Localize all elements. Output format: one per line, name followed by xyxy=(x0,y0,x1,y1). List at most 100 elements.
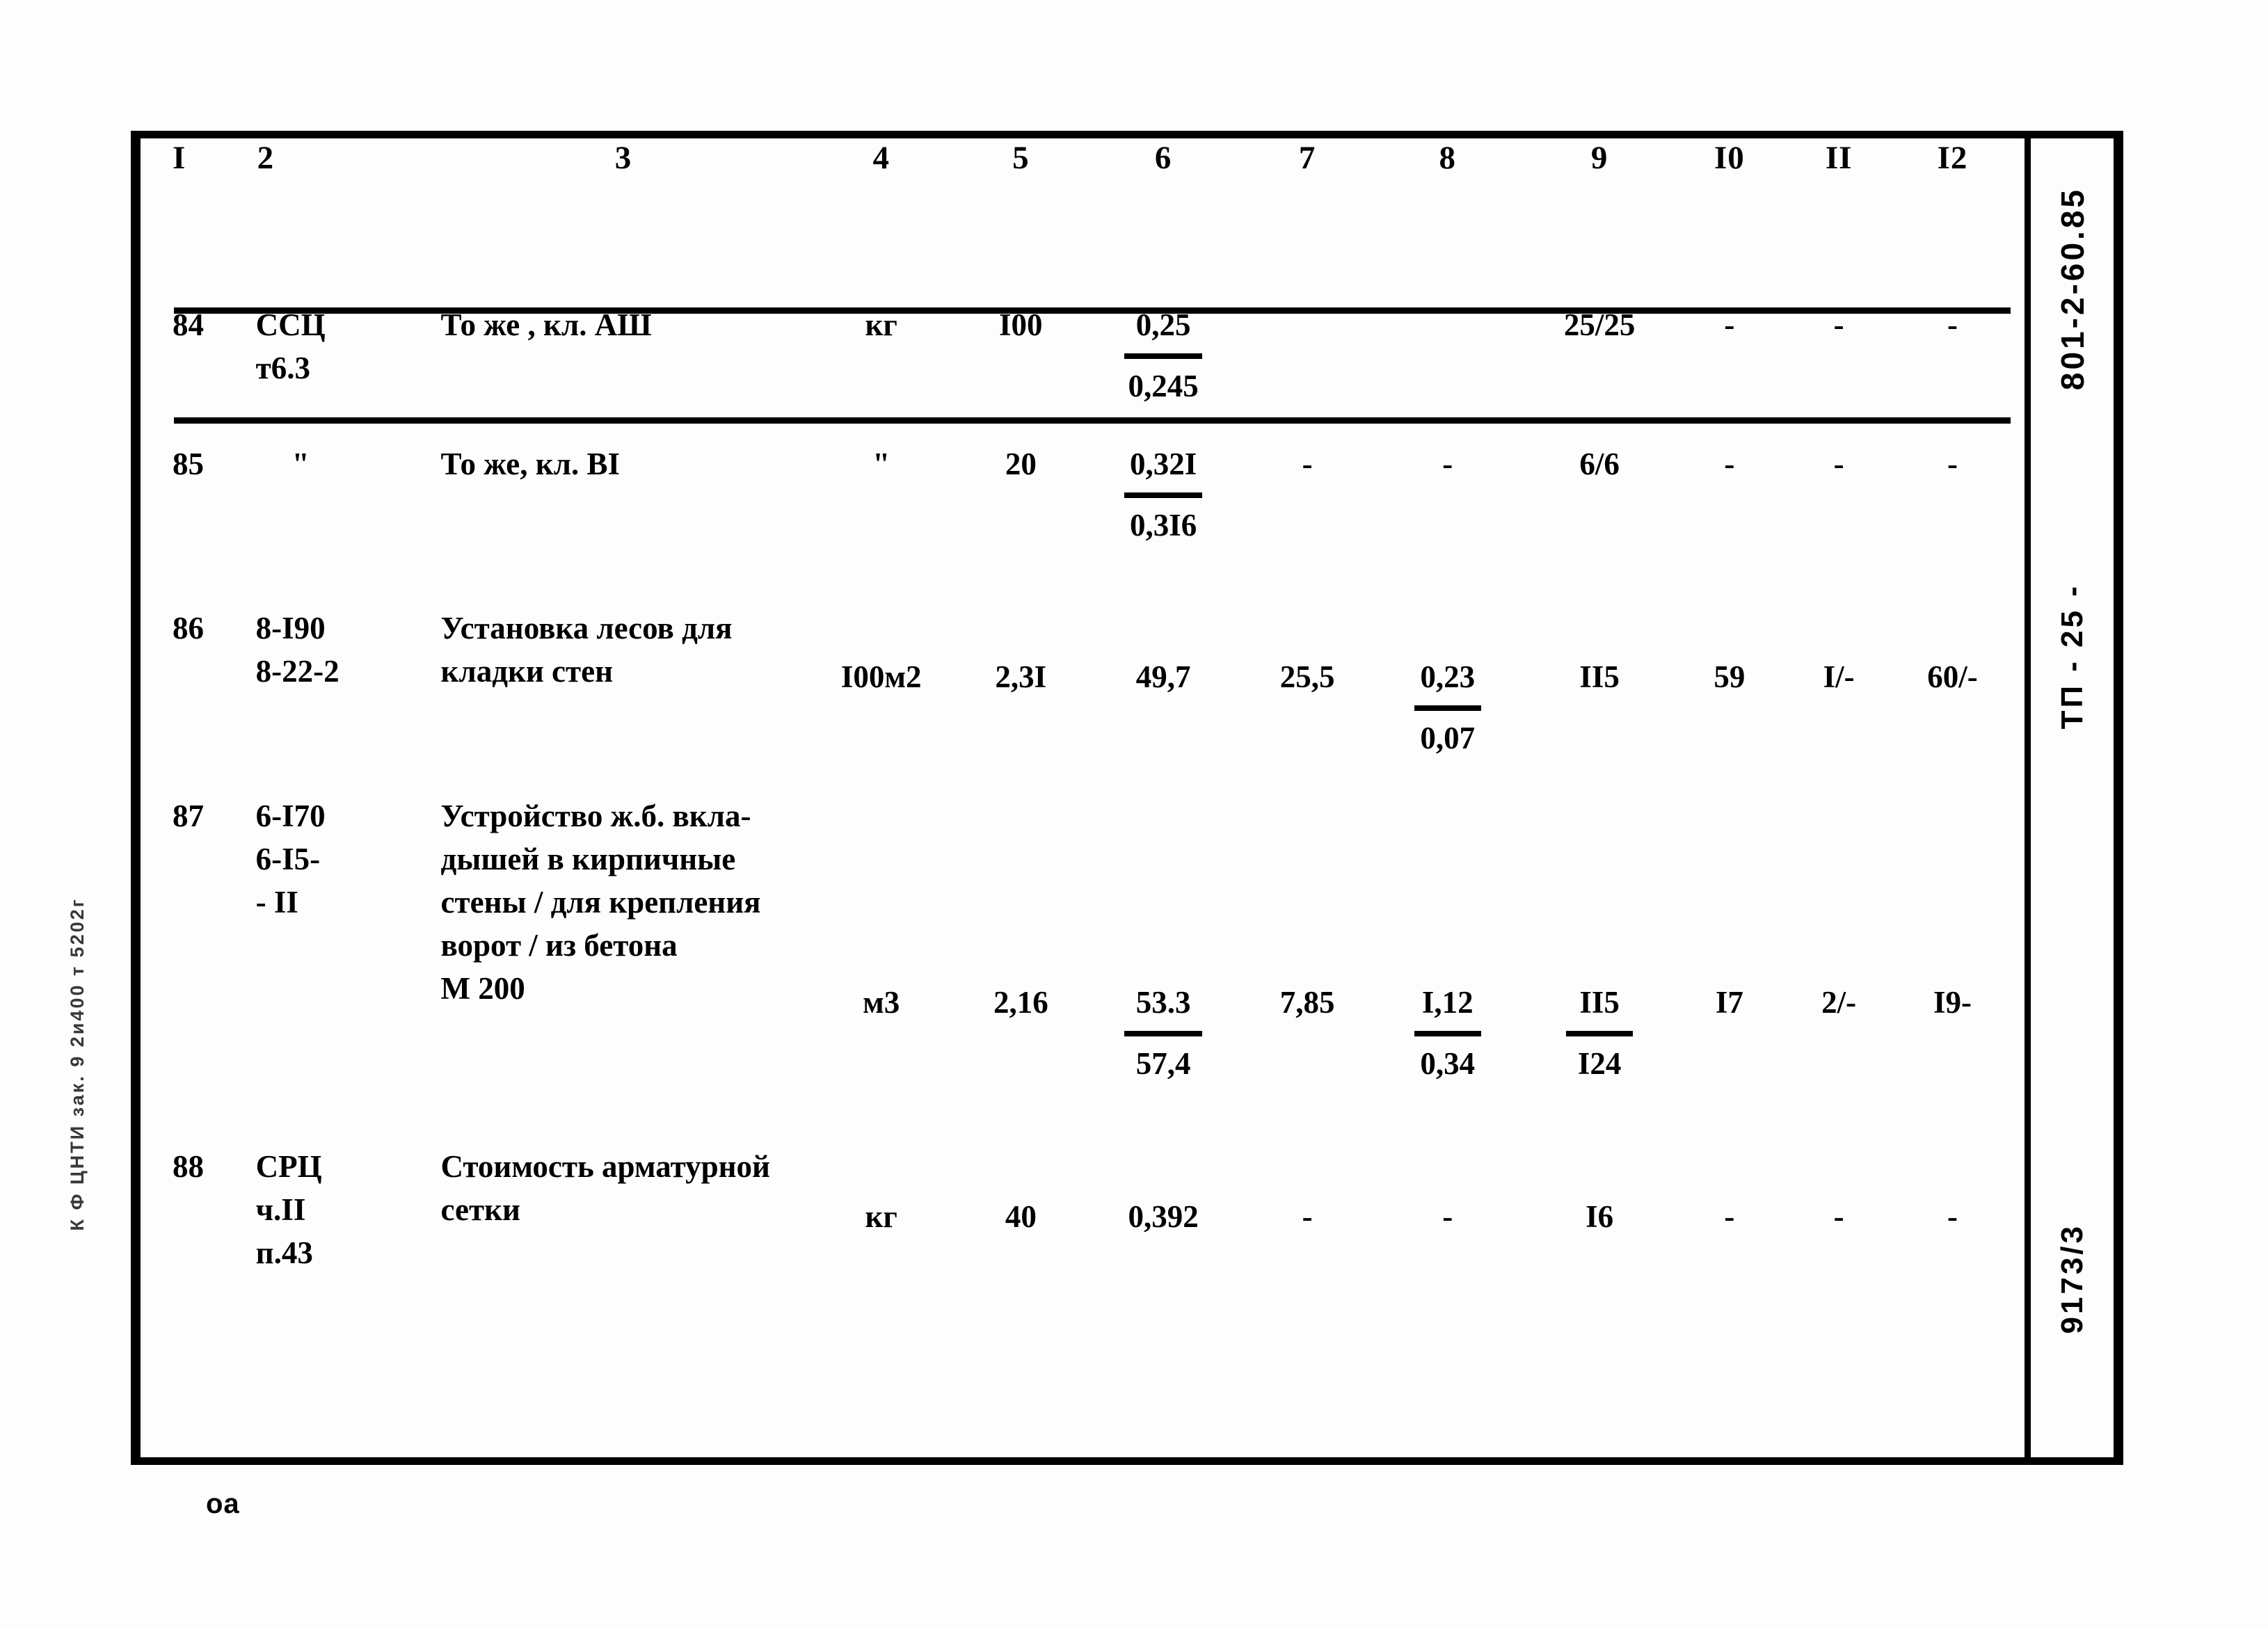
row-gap xyxy=(167,547,2011,607)
column-header-1: I xyxy=(173,140,186,176)
row-quantity: 2,16 xyxy=(993,985,1048,1020)
row-col8: 0,23 0,07 xyxy=(1372,607,1524,760)
column-header-2: 2 xyxy=(257,140,275,176)
row-col7: - xyxy=(1302,447,1313,481)
row-col8: I,12 0,34 xyxy=(1372,794,1524,1085)
column-header-4: 4 xyxy=(872,140,890,176)
row-col7: 25,5 xyxy=(1279,659,1335,694)
row-col9: II5 xyxy=(1579,659,1620,694)
row-col9: I6 xyxy=(1586,1199,1614,1234)
row-col10: - xyxy=(1724,447,1735,481)
column-header-6: 6 xyxy=(1154,140,1172,176)
fraction-value: 53.3 57,4 xyxy=(1124,981,1203,1085)
row-code: 6-I70 6-I5- - II xyxy=(255,799,326,920)
row-col6: 0,25 0,245 xyxy=(1084,303,1243,408)
row-col6: 53.3 57,4 xyxy=(1084,794,1243,1085)
column-header-11: II xyxy=(1825,140,1853,176)
row-description: То же, кл. ВI xyxy=(440,447,620,481)
table-row: 86 8-I90 8-22-2 Установка лесов для клад… xyxy=(167,607,2011,760)
fraction-numerator: II5 xyxy=(1579,985,1620,1020)
fraction-value: II5 I24 xyxy=(1566,981,1634,1085)
row-unit: " xyxy=(872,447,891,481)
table-row: 85 " То же, кл. ВI " 20 0,32I 0,3I6 - - … xyxy=(167,442,2011,547)
fraction-numerator: I,12 xyxy=(1421,985,1474,1020)
row-number: 86 xyxy=(173,611,204,646)
row-col12: I9- xyxy=(1933,985,1972,1020)
table-row: 87 6-I70 6-I5- - II Устройство ж.б. вкла… xyxy=(167,794,2011,1085)
row-description: Устройство ж.б. вкла- дышей в кирпичные … xyxy=(440,799,761,1006)
row-number: 88 xyxy=(173,1149,204,1184)
column-header-10: I0 xyxy=(1714,140,1745,176)
row-quantity: 20 xyxy=(1005,447,1037,481)
fraction-bar xyxy=(1124,1031,1203,1036)
column-header-5: 5 xyxy=(1012,140,1030,176)
row-col6: 49,7 xyxy=(1135,659,1191,694)
fraction-denominator: I24 xyxy=(1577,1046,1622,1081)
fraction-denominator: 0,07 xyxy=(1420,721,1476,755)
row-col6: 0,392 xyxy=(1128,1199,1199,1234)
cost-estimate-table: I 2 3 4 5 6 7 8 9 I0 II I2 84 ССЦ т6.3 Т… xyxy=(167,139,2011,1461)
fraction-bar xyxy=(1414,1031,1481,1036)
fraction-value: I,12 0,34 xyxy=(1414,981,1481,1085)
row-col10: I7 xyxy=(1715,985,1743,1020)
row-number: 85 xyxy=(173,447,204,481)
fraction-numerator: 0,32I xyxy=(1129,447,1197,481)
row-unit: кг xyxy=(865,307,897,342)
row-number: 84 xyxy=(173,307,204,342)
column-header-9: 9 xyxy=(1590,140,1608,176)
fraction-numerator: 0,23 xyxy=(1420,659,1476,694)
row-col11: - xyxy=(1833,447,1844,481)
row-quantity: I00 xyxy=(999,307,1043,342)
row-col7: - xyxy=(1302,1199,1313,1234)
row-number: 87 xyxy=(173,799,204,833)
right-margin-strip: 801-2-60.85 ТП - 25 - 9173/3 xyxy=(2025,131,2123,1465)
row-col8 xyxy=(1372,303,1524,408)
row-col11: 2/- xyxy=(1821,985,1857,1020)
fraction-denominator: 0,245 xyxy=(1128,369,1199,403)
row-description: То же , кл. АШ xyxy=(440,307,652,342)
row-col12: - xyxy=(1947,1199,1958,1234)
fraction-numerator: 0,25 xyxy=(1135,307,1191,342)
fraction-denominator: 0,34 xyxy=(1420,1046,1476,1081)
row-col11: I/- xyxy=(1823,659,1855,694)
archive-stamp-text: К Ф ЦНТИ зак. 9 2и400 т 5202г xyxy=(67,897,88,1231)
row-quantity: 2,3I xyxy=(995,659,1047,694)
fraction-denominator: 0,3I6 xyxy=(1129,508,1197,543)
row-col6: 0,32I 0,3I6 xyxy=(1084,442,1243,547)
row-col12: - xyxy=(1947,307,1958,342)
row-col9: 6/6 xyxy=(1579,447,1620,481)
document-series-label: ТП - 25 - xyxy=(2054,584,2089,730)
fraction-value: 0,23 0,07 xyxy=(1414,655,1481,760)
sheet-number-label: 9173/3 xyxy=(2054,1224,2089,1334)
row-col10: - xyxy=(1724,307,1735,342)
row-unit: м3 xyxy=(863,985,900,1020)
column-header-row: I 2 3 4 5 6 7 8 9 I0 II I2 xyxy=(167,139,2011,243)
fraction-bar xyxy=(1566,1031,1634,1036)
row-col8: - xyxy=(1442,1199,1453,1234)
row-unit: I00м2 xyxy=(840,659,922,694)
fraction-value: 0,25 0,245 xyxy=(1124,303,1203,408)
row-gap xyxy=(167,760,2011,794)
header-gap xyxy=(167,243,2011,303)
row-col9: 25/25 xyxy=(1563,307,1636,342)
row-col10: 59 xyxy=(1714,659,1746,694)
row-gap xyxy=(167,408,2011,442)
fraction-bar xyxy=(1124,492,1203,498)
row-col8: - xyxy=(1442,447,1453,481)
fraction-bar xyxy=(1124,353,1203,359)
fraction-value: 0,32I 0,3I6 xyxy=(1124,442,1203,547)
column-header-12: I2 xyxy=(1937,140,1968,176)
row-description: Установка лесов для кладки стен xyxy=(440,611,733,689)
row-col10: - xyxy=(1724,1199,1735,1234)
row-code: ССЦ т6.3 xyxy=(255,307,326,385)
row-col11: - xyxy=(1833,307,1844,342)
row-quantity: 40 xyxy=(1005,1199,1037,1234)
row-code: СРЦ ч.II п.43 xyxy=(255,1149,322,1270)
row-code: 8-I90 8-22-2 xyxy=(255,611,340,689)
document-code-label: 801-2-60.85 xyxy=(2054,187,2091,391)
row-col12: - xyxy=(1947,447,1958,481)
row-col7: 7,85 xyxy=(1279,985,1335,1020)
table-row: 84 ССЦ т6.3 То же , кл. АШ кг I00 0,25 0… xyxy=(167,303,2011,408)
column-header-8: 8 xyxy=(1439,140,1456,176)
estimate-grid: I 2 3 4 5 6 7 8 9 I0 II I2 84 ССЦ т6.3 Т… xyxy=(167,139,2011,1274)
